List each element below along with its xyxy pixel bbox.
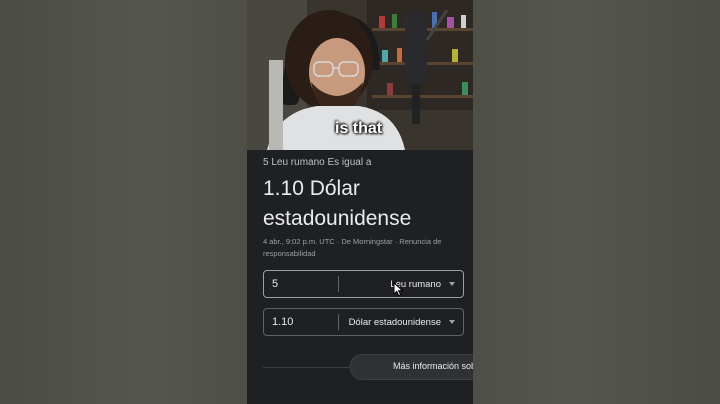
mouse-cursor-icon [393, 282, 404, 297]
blurred-background-right [473, 0, 720, 404]
result-line-2: estadounidense [263, 207, 412, 230]
conversion-result: 1.10 Dólar estadounidense [263, 174, 468, 234]
from-amount-input[interactable]: 5 [272, 278, 278, 290]
chevron-down-icon[interactable] [449, 282, 455, 286]
row-divider [338, 314, 339, 330]
timestamp-line-2: responsabilidad [263, 249, 316, 258]
more-info-button[interactable]: Más información sob [350, 354, 473, 380]
to-currency-row: 1.10 Dólar estadounidense [263, 308, 464, 336]
subtitle-caption: is that [335, 120, 383, 137]
video-frame: is that 5 Leu rumano Es igual a 1.10 Dól… [247, 0, 473, 404]
from-currency-row: 5 Leu rumano [263, 270, 464, 298]
result-line-1: 1.10 Dólar [263, 177, 360, 200]
separator-line [263, 367, 353, 368]
to-currency-select[interactable]: Dólar estadounidense [349, 317, 441, 328]
blurred-background-left [0, 0, 247, 404]
timestamp-line-1: 4 abr., 9:02 p.m. UTC · De Morningstar ·… [263, 237, 442, 246]
chevron-down-icon[interactable] [449, 320, 455, 324]
row-divider [338, 276, 339, 292]
timestamp-disclaimer: 4 abr., 9:02 p.m. UTC · De Morningstar ·… [263, 236, 468, 260]
currency-converter-card: 5 Leu rumano Es igual a 1.10 Dólar estad… [247, 150, 473, 404]
to-amount-input[interactable]: 1.10 [272, 316, 293, 328]
conversion-source-text: 5 Leu rumano Es igual a [263, 157, 372, 168]
more-info-label: Más información sob [393, 361, 473, 371]
webcam-video: is that [247, 0, 473, 150]
